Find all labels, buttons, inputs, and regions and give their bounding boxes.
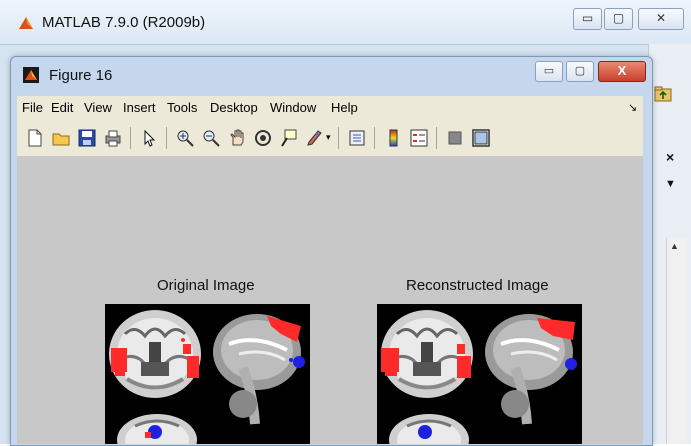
figure-maximize-button[interactable]: ▢ xyxy=(566,61,594,82)
figure-title: Figure 16 xyxy=(49,67,113,84)
save-icon[interactable] xyxy=(78,129,96,147)
pan-icon[interactable] xyxy=(228,129,246,147)
menubar: File Edit View Insert Tools Desktop Wind… xyxy=(17,96,643,118)
original-image-axes[interactable] xyxy=(105,304,310,444)
panel-dropdown-icon[interactable]: ▼ xyxy=(665,178,676,190)
axes-title-original: Original Image xyxy=(157,277,255,294)
reconstructed-image-axes[interactable] xyxy=(377,304,582,444)
toolbar-separator xyxy=(338,127,339,149)
matlab-logo-icon xyxy=(19,17,33,29)
menu-dock-arrow-icon[interactable]: ↘ xyxy=(628,101,637,114)
matlab-figure-logo-icon xyxy=(23,67,39,83)
legend-icon[interactable] xyxy=(410,129,428,147)
matlab-close-button[interactable]: ✕ xyxy=(638,8,684,30)
colorbar-icon[interactable] xyxy=(384,129,402,147)
show-plot-tools-icon[interactable] xyxy=(472,129,490,147)
vertical-scrollbar[interactable] xyxy=(666,238,687,444)
print-icon[interactable] xyxy=(104,129,122,147)
menu-tools[interactable]: Tools xyxy=(167,100,197,115)
scroll-up-icon[interactable]: ▲ xyxy=(670,241,679,251)
zoom-out-icon[interactable] xyxy=(202,129,220,147)
pointer-icon[interactable] xyxy=(140,129,158,147)
brush-icon[interactable] xyxy=(306,129,324,147)
toolbar-separator xyxy=(130,127,131,149)
folder-up-icon[interactable] xyxy=(654,86,672,102)
matlab-maximize-button[interactable]: ▢ xyxy=(604,8,633,30)
link-plot-icon[interactable] xyxy=(348,129,366,147)
coronal-slice xyxy=(381,310,473,398)
data-cursor-icon[interactable] xyxy=(280,129,298,147)
menu-edit[interactable]: Edit xyxy=(51,100,73,115)
panel-close-icon[interactable]: × xyxy=(666,149,674,165)
menu-insert[interactable]: Insert xyxy=(123,100,156,115)
menu-desktop[interactable]: Desktop xyxy=(210,100,258,115)
rotate-3d-icon[interactable] xyxy=(254,129,272,147)
coronal-slice xyxy=(109,310,201,398)
new-figure-icon[interactable] xyxy=(26,129,44,147)
menu-file[interactable]: File xyxy=(22,100,43,115)
figure-close-button[interactable]: X xyxy=(598,61,646,82)
matlab-titlebar[interactable]: MATLAB 7.9.0 (R2009b) ▭ ▢ ✕ xyxy=(0,0,691,45)
open-file-icon[interactable] xyxy=(52,129,70,147)
brush-dropdown-icon[interactable]: ▾ xyxy=(326,132,331,143)
hide-plot-tools-icon[interactable] xyxy=(446,129,464,147)
figure-minimize-button[interactable]: ▭ xyxy=(535,61,563,82)
toolbar-separator xyxy=(374,127,375,149)
matlab-window-title: MATLAB 7.9.0 (R2009b) xyxy=(42,14,206,31)
toolbar-separator xyxy=(436,127,437,149)
toolbar-separator xyxy=(166,127,167,149)
menu-view[interactable]: View xyxy=(84,100,112,115)
matlab-minimize-button[interactable]: ▭ xyxy=(573,8,602,30)
axes-title-reconstructed: Reconstructed Image xyxy=(406,277,549,294)
menu-window[interactable]: Window xyxy=(270,100,316,115)
figure-titlebar[interactable]: Figure 16 ▭ ▢ X xyxy=(11,57,652,95)
menu-help[interactable]: Help xyxy=(331,100,358,115)
zoom-in-icon[interactable] xyxy=(176,129,194,147)
